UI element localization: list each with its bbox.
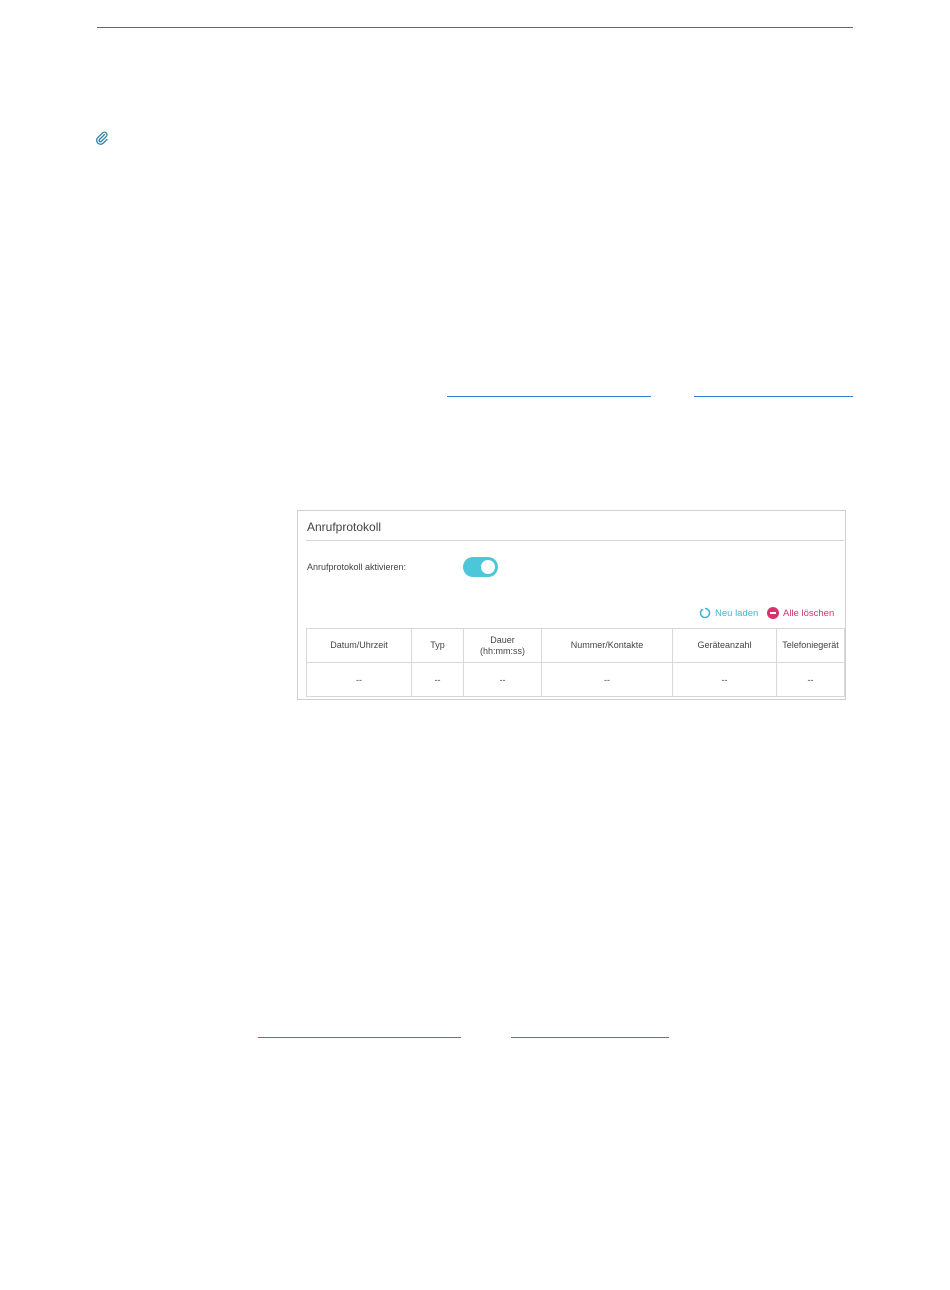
table-cell: --: [306, 662, 412, 697]
column-header-duration-text: Dauer (hh:mm:ss): [480, 634, 525, 656]
column-header-type: Typ: [411, 628, 464, 663]
reload-label: Neu laden: [715, 607, 759, 619]
delete-all-label: Alle löschen: [783, 607, 835, 619]
link-underline[interactable]: [447, 396, 651, 397]
link-underline[interactable]: [258, 1037, 461, 1038]
panel-title: Anrufprotokoll: [307, 520, 382, 534]
column-header-duration: Dauer (hh:mm:ss): [463, 628, 542, 663]
table-header-row: Datum/Uhrzeit Typ Dauer (hh:mm:ss) Nummer…: [306, 628, 845, 663]
panel-title-divider: [306, 540, 844, 541]
table-row: -- -- -- -- -- --: [306, 662, 845, 697]
call-log-toggle[interactable]: [463, 557, 498, 577]
call-log-panel: Anrufprotokoll Anrufprotokoll aktivieren…: [297, 510, 846, 700]
table-cell: --: [541, 662, 673, 697]
table-cell: --: [411, 662, 464, 697]
table-cell: --: [776, 662, 845, 697]
call-log-toggle-label: Anrufprotokoll aktivieren:: [307, 562, 407, 572]
reload-button[interactable]: Neu laden: [699, 607, 758, 619]
table-cell: --: [672, 662, 777, 697]
call-log-table: Datum/Uhrzeit Typ Dauer (hh:mm:ss) Nummer…: [306, 628, 845, 697]
refresh-icon: [699, 607, 711, 619]
column-header-number: Nummer/Kontakte: [541, 628, 673, 663]
toggle-knob: [481, 560, 495, 574]
minus-circle-icon: [767, 607, 779, 619]
header-rule: [97, 27, 853, 28]
table-cell: --: [463, 662, 542, 697]
column-header-phone-device: Telefoniegerät: [776, 628, 845, 663]
paperclip-icon: [96, 131, 108, 145]
column-header-datetime: Datum/Uhrzeit: [306, 628, 412, 663]
column-header-device-count: Geräteanzahl: [672, 628, 777, 663]
link-underline[interactable]: [511, 1037, 669, 1038]
link-underline[interactable]: [694, 396, 853, 397]
delete-all-button[interactable]: Alle löschen: [767, 607, 834, 619]
